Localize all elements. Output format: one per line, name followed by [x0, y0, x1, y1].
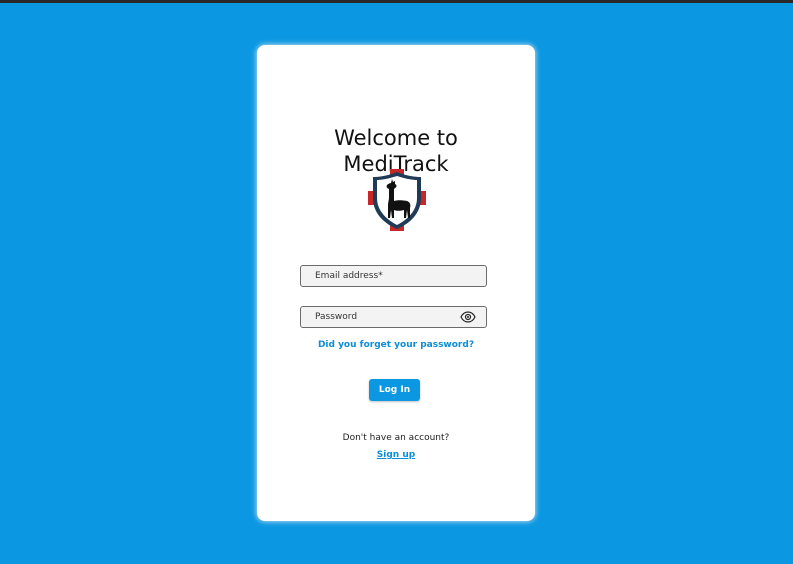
top-bar [0, 0, 793, 3]
login-button[interactable]: Log In [369, 379, 420, 401]
signup-link[interactable]: Sign up [257, 450, 535, 460]
password-field-container [300, 306, 487, 328]
forgot-password-link[interactable]: Did you forget your password? [257, 340, 535, 350]
password-field[interactable] [301, 307, 486, 327]
email-field-container [300, 265, 487, 287]
llama-shield-logo-icon [368, 169, 426, 231]
email-field[interactable] [301, 266, 486, 286]
eye-icon[interactable] [460, 311, 476, 323]
no-account-text: Don't have an account? [342, 433, 450, 443]
page-title-line1: Welcome to [334, 126, 458, 150]
